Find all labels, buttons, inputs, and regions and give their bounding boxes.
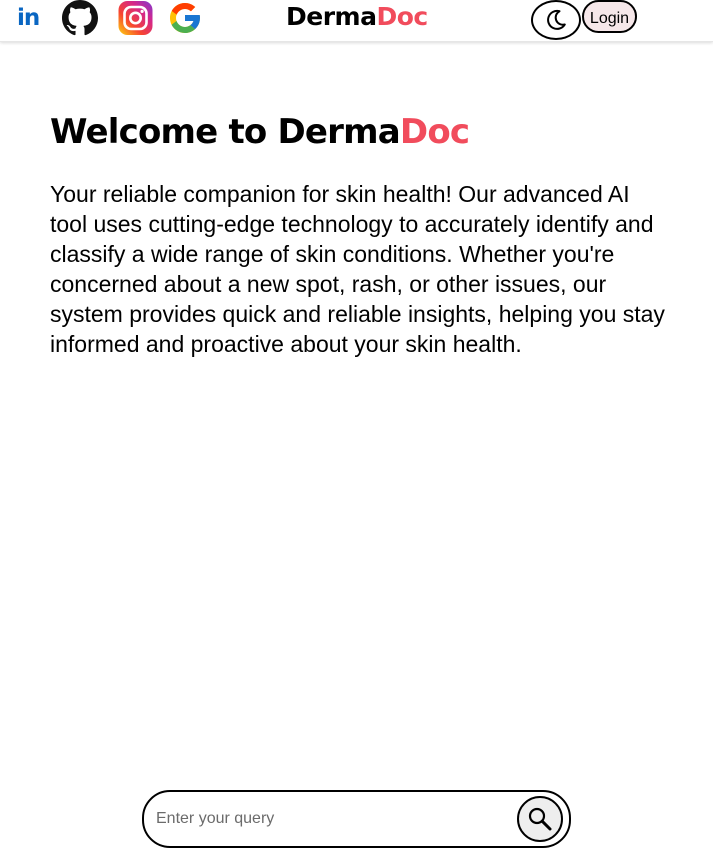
welcome-heading: Welcome to DermaDoc bbox=[50, 108, 470, 156]
intro-paragraph: Your reliable companion for skin health!… bbox=[50, 181, 665, 357]
search-icon bbox=[528, 807, 552, 831]
instagram-link[interactable] bbox=[117, 0, 154, 36]
moon-icon bbox=[547, 9, 566, 30]
login-button[interactable]: Login bbox=[582, 0, 637, 33]
welcome-heading-text: Welcome to Derma bbox=[50, 112, 401, 152]
google-link[interactable] bbox=[167, 0, 203, 36]
search-button[interactable] bbox=[517, 796, 563, 842]
linkedin-icon: in bbox=[17, 5, 40, 31]
github-icon bbox=[62, 0, 98, 36]
google-icon bbox=[170, 3, 200, 33]
github-link[interactable] bbox=[62, 0, 98, 36]
query-bar bbox=[142, 790, 571, 848]
linkedin-link[interactable]: in bbox=[17, 3, 45, 33]
instagram-icon bbox=[118, 1, 153, 35]
page: in DermaDoc Login Welcome to DermaDoc Yo… bbox=[0, 0, 713, 858]
theme-toggle-button[interactable] bbox=[531, 0, 581, 40]
brand-name-primary: Derma bbox=[286, 2, 377, 31]
brand-name-accent: Doc bbox=[376, 2, 428, 31]
top-navbar: in DermaDoc Login bbox=[0, 0, 713, 42]
welcome-heading-accent: Doc bbox=[399, 112, 470, 152]
query-input[interactable] bbox=[156, 804, 506, 834]
brand-logo: DermaDoc bbox=[286, 1, 428, 33]
